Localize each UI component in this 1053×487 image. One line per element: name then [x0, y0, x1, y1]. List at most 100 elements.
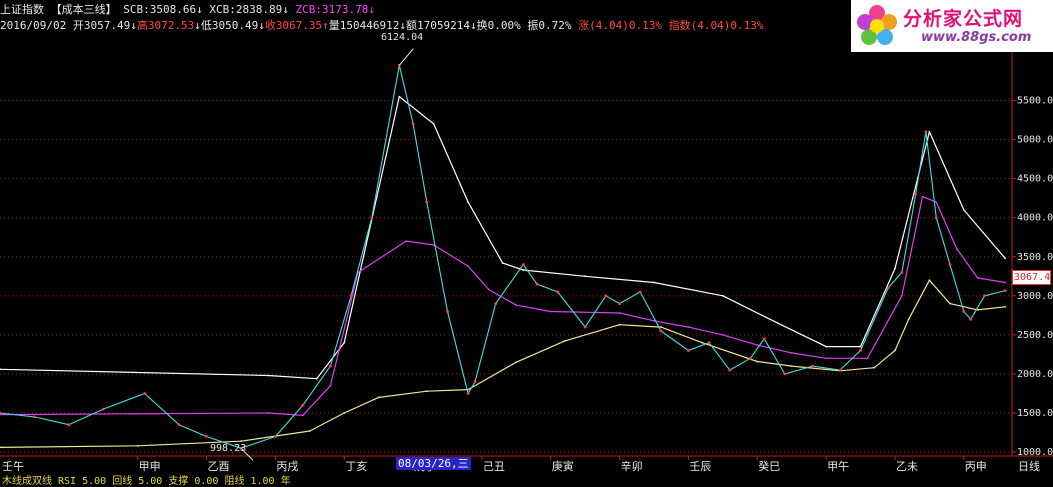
data-point [907, 318, 910, 321]
logo-url[interactable]: www.88gs.com [921, 30, 1031, 45]
x-axis: 壬午甲申乙酉丙戌丁亥戊子己丑庚寅辛卯壬辰癸巳甲午乙未丙申日线 [2, 456, 1040, 473]
data-point [240, 440, 242, 443]
data-point [825, 345, 827, 348]
data-point [487, 288, 490, 291]
data-point [466, 392, 470, 395]
price-header: 2016/09/02 开3057.49↓高3072.53↓低3050.49↓收3… [0, 19, 763, 32]
data-point [811, 364, 814, 368]
data-point [901, 294, 903, 297]
x-tick-label: 甲午 [827, 460, 849, 473]
data-point [935, 201, 938, 204]
data-point [825, 357, 827, 360]
down-arrow-icon: ↓ [470, 19, 477, 32]
data-point [934, 216, 938, 220]
site-logo[interactable]: 分析家公式网 www.88gs.com [851, 0, 1053, 52]
scb-label: SCB: [123, 3, 150, 16]
data-point [583, 325, 587, 329]
y-tick-label: 4500.0 [1017, 174, 1053, 185]
xcb-label: XCB: [209, 3, 236, 16]
data-point [411, 122, 415, 126]
index-change-label: 指数 [668, 19, 691, 32]
y-tick-label: 1500.0 [1017, 408, 1053, 419]
kline-chart[interactable]: 1000.0 1500.0 2000.0 2500.0 3000.0 3500.0 4000… [0, 0, 1053, 478]
data-point [894, 349, 896, 352]
data-point [349, 294, 353, 298]
data-point [722, 294, 724, 297]
data-point [494, 302, 498, 305]
x-tick-label: 乙未 [896, 460, 918, 473]
high-value: 3072.53 [147, 19, 195, 32]
change-value: (4.04)0.13% [589, 19, 662, 32]
x-tick-label: 日线 [1018, 459, 1040, 473]
data-point [866, 357, 869, 360]
data-point [687, 326, 690, 328]
data-point [101, 407, 105, 411]
down-arrow-icon: ↓ [194, 19, 201, 32]
data-point [790, 365, 793, 367]
data-point [687, 349, 690, 352]
data-point [398, 95, 401, 98]
data-point [501, 262, 504, 264]
data-point [1004, 281, 1006, 284]
data-point [0, 446, 1, 449]
data-point [136, 444, 139, 447]
data-point [177, 423, 181, 427]
low-value: 3050.49 [211, 19, 259, 32]
high-label: 高 [136, 19, 148, 32]
scb-value: 3508.66 [149, 3, 197, 16]
data-point [584, 275, 587, 278]
data-point [405, 240, 408, 243]
zcb-label: ZCB: [295, 3, 322, 16]
data-point [343, 341, 346, 344]
high-annotation: 6124.04 [381, 32, 424, 43]
data-point [722, 334, 724, 336]
data-point [914, 192, 917, 196]
data-point [949, 302, 951, 305]
data-point [1003, 289, 1007, 292]
data-point [928, 130, 931, 133]
data-point [618, 312, 621, 314]
data-point [370, 216, 374, 220]
data-point [33, 415, 36, 419]
x-tick-label: 丙申 [965, 460, 987, 473]
data-point [777, 322, 779, 325]
data-point [962, 209, 965, 211]
data-point [838, 368, 842, 372]
data-point [900, 271, 904, 274]
data-point [969, 317, 973, 321]
data-point [924, 130, 928, 134]
y-tick-label: 5000.0 [1017, 135, 1053, 146]
data-point [749, 356, 752, 360]
data-point [267, 412, 270, 414]
series-line-XCB [0, 279, 1006, 448]
data-point [707, 341, 711, 345]
data-point [983, 294, 986, 298]
data-point [329, 364, 332, 368]
data-point [783, 372, 787, 376]
data-point [1004, 257, 1006, 260]
y-tick-label: 2000.0 [1017, 369, 1053, 380]
date-value: 2016/09/02 [0, 19, 67, 32]
data-point [762, 337, 766, 341]
data-point [604, 294, 608, 298]
index-change-value: (4.04)0.13% [690, 19, 764, 32]
data-point [425, 200, 429, 204]
amount-value: 17059214 [417, 19, 471, 32]
indicator-name[interactable]: 【成本三线】 [51, 3, 117, 16]
zcb-value: 3173.78 [321, 3, 369, 16]
open-label: 开 [72, 19, 84, 32]
data-point [425, 390, 428, 393]
data-point [67, 423, 71, 427]
y-tick-label: 5500.0 [1017, 96, 1053, 107]
y-tick-label: 1000.0 [1017, 447, 1053, 458]
down-arrow-icon: ↓ [258, 19, 265, 32]
data-point [653, 281, 655, 284]
data-point [948, 263, 952, 266]
data-point [956, 248, 958, 250]
data-point [0, 411, 2, 415]
index-name[interactable]: 上证指数 [0, 3, 44, 16]
x-tick-label: 庚寅 [552, 459, 574, 473]
data-point [790, 352, 793, 354]
data-point [928, 279, 931, 282]
y-tick-label: 2500.0 [1017, 330, 1053, 341]
